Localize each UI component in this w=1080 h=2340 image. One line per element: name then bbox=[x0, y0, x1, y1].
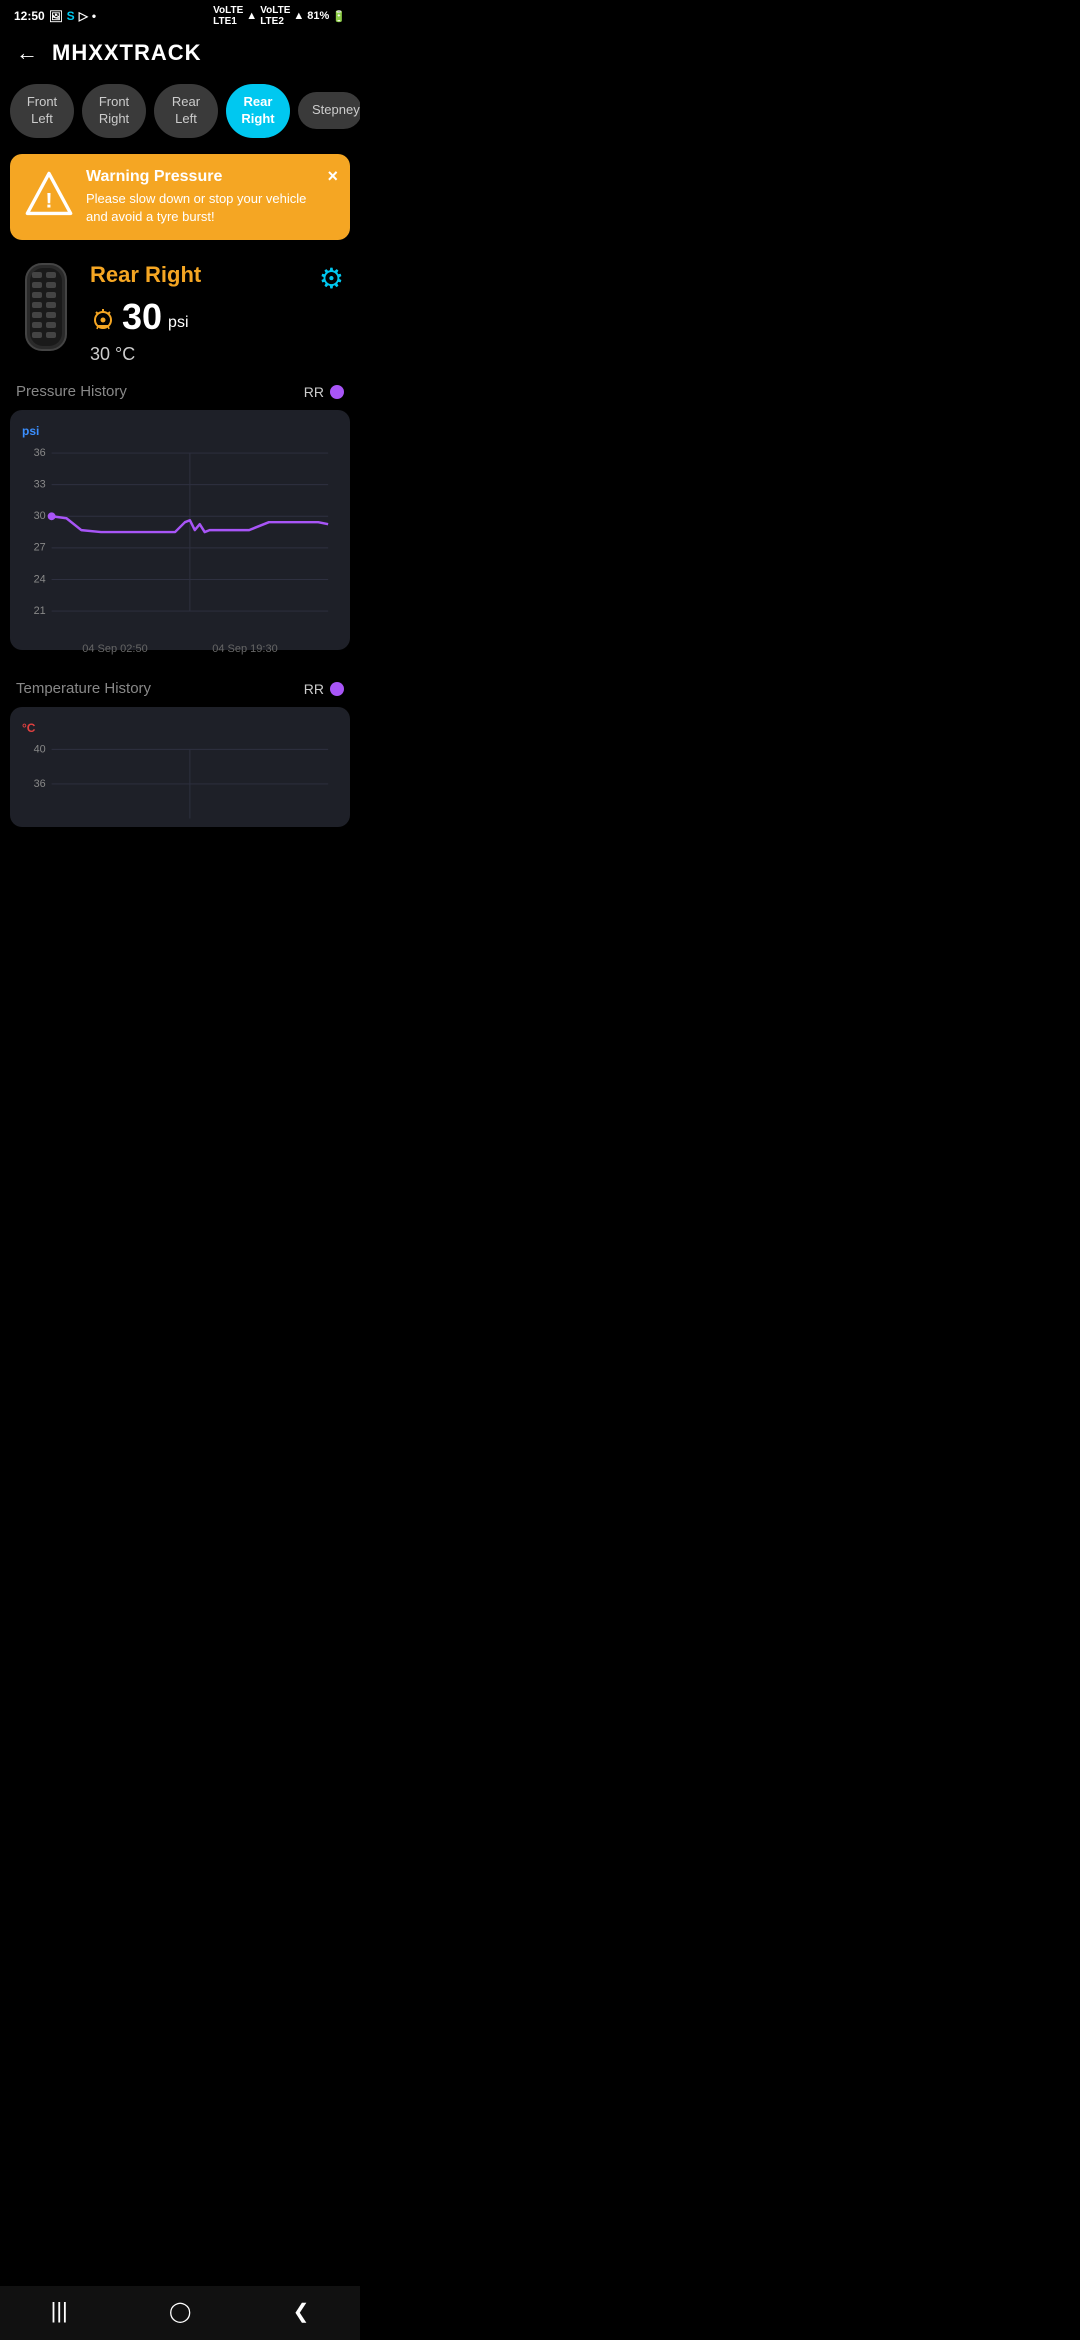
pressure-chart-x-labels: 04 Sep 02:50 04 Sep 19:30 bbox=[22, 637, 338, 655]
svg-text:!: ! bbox=[45, 187, 52, 212]
warning-close-button[interactable]: × bbox=[327, 166, 338, 187]
nav-home-button[interactable]: ◯ bbox=[169, 2299, 191, 2324]
pressure-legend-dot bbox=[330, 385, 344, 399]
pressure-value: 30 bbox=[122, 296, 162, 338]
tab-rear-left[interactable]: RearLeft bbox=[154, 84, 218, 138]
tire-details: Rear Right 30 psi 30 °C bbox=[90, 262, 344, 365]
warning-triangle-icon: ! bbox=[24, 168, 74, 218]
tab-rear-right[interactable]: RearRight bbox=[226, 84, 290, 138]
signal-text2: VoLTELTE2 bbox=[260, 5, 290, 27]
warning-title: Warning Pressure bbox=[86, 168, 310, 186]
battery-icon: 🔋 bbox=[332, 10, 346, 23]
pressure-chart-container: psi 36 33 30 27 24 21 04 Sep 02:50 04 Se… bbox=[10, 410, 350, 650]
nav-bar: ||| ◯ ❮ bbox=[0, 2286, 360, 2340]
pressure-history-header: Pressure History RR bbox=[0, 369, 360, 406]
svg-text:40: 40 bbox=[34, 743, 46, 755]
pressure-row: 30 psi bbox=[90, 296, 344, 338]
pressure-chart-y-label: psi bbox=[22, 424, 338, 438]
svg-text:33: 33 bbox=[34, 479, 46, 491]
photo-icon: 🖼 bbox=[49, 10, 63, 23]
status-right: VoLTELTE1 ▲ VoLTELTE2 ▲ 81% 🔋 bbox=[213, 5, 346, 27]
warning-banner: ! Warning Pressure Please slow down or s… bbox=[10, 154, 350, 240]
pressure-sensor-icon bbox=[90, 304, 116, 330]
pressure-history-legend: RR bbox=[304, 384, 344, 400]
status-bar: 12:50 🖼 S ▷ • VoLTELTE1 ▲ VoLTELTE2 ▲ 81… bbox=[0, 0, 360, 30]
battery-pct: 81% bbox=[307, 10, 329, 22]
tabs-row: FrontLeft FrontRight RearLeft RearRight … bbox=[0, 80, 360, 154]
signal-bars1: ▲ bbox=[246, 10, 257, 22]
temperature-legend-label: RR bbox=[304, 681, 324, 697]
tire-name: Rear Right bbox=[90, 262, 344, 288]
temperature-value: 30 °C bbox=[90, 344, 344, 365]
temperature-history-legend: RR bbox=[304, 681, 344, 697]
time: 12:50 bbox=[14, 9, 45, 23]
s-icon: S bbox=[67, 9, 75, 23]
pressure-unit: psi bbox=[168, 314, 188, 332]
svg-text:21: 21 bbox=[34, 605, 46, 617]
app-title: MHXXTRACK bbox=[52, 40, 202, 66]
signal-bars2: ▲ bbox=[293, 10, 304, 22]
svg-text:30: 30 bbox=[34, 510, 46, 522]
svg-text:24: 24 bbox=[34, 573, 46, 585]
back-button[interactable]: ← bbox=[16, 40, 38, 66]
temperature-chart-container: °C 40 36 bbox=[10, 707, 350, 827]
status-left: 12:50 🖼 S ▷ • bbox=[14, 9, 96, 23]
svg-text:36: 36 bbox=[34, 447, 46, 459]
svg-text:27: 27 bbox=[34, 542, 46, 554]
temperature-chart-y-label: °C bbox=[22, 721, 338, 735]
tire-info-row: Rear Right 30 psi 30 °C bbox=[0, 256, 360, 369]
signal-text: VoLTELTE1 bbox=[213, 5, 243, 27]
x-label-2: 04 Sep 19:30 bbox=[212, 643, 277, 655]
x-label-1: 04 Sep 02:50 bbox=[82, 643, 147, 655]
tab-front-right[interactable]: FrontRight bbox=[82, 84, 146, 138]
gear-settings-icon[interactable]: ⚙ bbox=[319, 262, 344, 295]
warning-description: Please slow down or stop your vehicle an… bbox=[86, 190, 310, 226]
tab-stepney[interactable]: Stepney bbox=[298, 92, 360, 129]
tire-info-container: Rear Right 30 psi 30 °C ⚙ bbox=[0, 256, 360, 369]
pressure-history-title: Pressure History bbox=[16, 383, 127, 400]
temperature-history-title: Temperature History bbox=[16, 680, 151, 697]
nav-recents-button[interactable]: ||| bbox=[51, 2298, 68, 2324]
temperature-history-header: Temperature History RR bbox=[0, 666, 360, 703]
play-icon: ▷ bbox=[79, 9, 88, 23]
pressure-chart-svg: 36 33 30 27 24 21 bbox=[22, 442, 338, 632]
svg-text:36: 36 bbox=[34, 778, 46, 790]
pressure-legend-label: RR bbox=[304, 384, 324, 400]
header: ← MHXXTRACK bbox=[0, 30, 360, 80]
tire-icon bbox=[16, 262, 76, 352]
temperature-legend-dot bbox=[330, 682, 344, 696]
dot-icon: • bbox=[92, 9, 96, 23]
nav-back-button[interactable]: ❮ bbox=[293, 2299, 310, 2324]
temperature-chart-svg: 40 36 bbox=[22, 739, 338, 819]
tab-front-left[interactable]: FrontLeft bbox=[10, 84, 74, 138]
warning-text-wrap: Warning Pressure Please slow down or sto… bbox=[86, 168, 310, 226]
